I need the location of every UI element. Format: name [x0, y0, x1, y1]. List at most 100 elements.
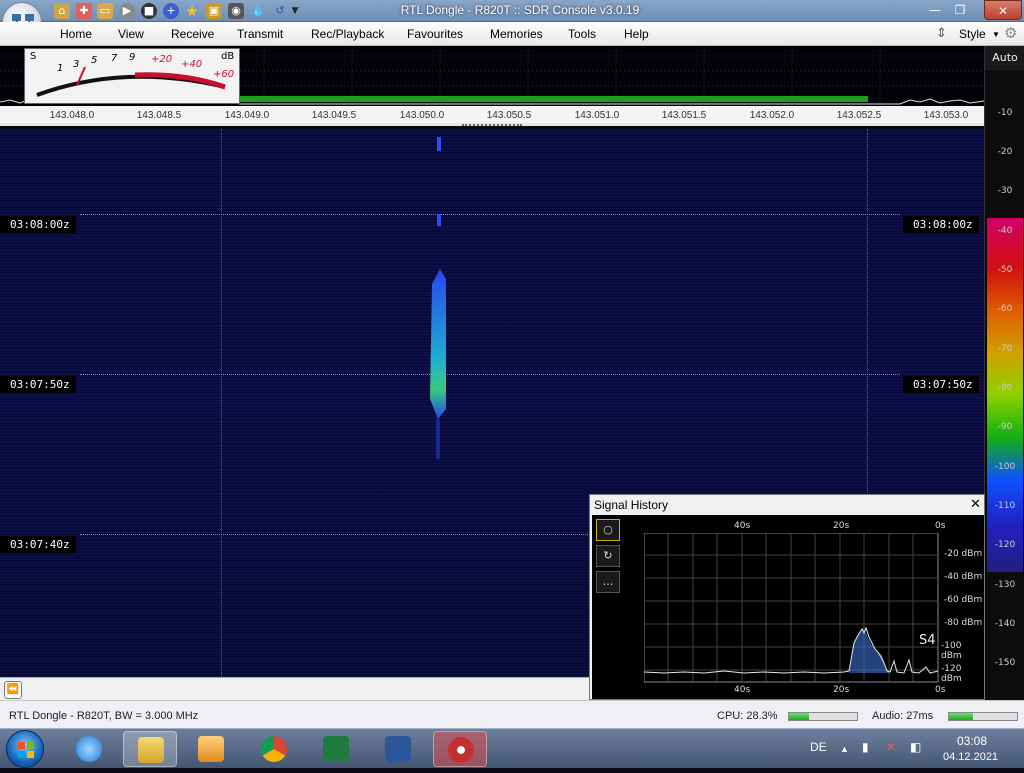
db-label: -50	[997, 265, 1013, 275]
s-meter-db-label: dB	[221, 51, 235, 62]
menu-memories[interactable]: Memories	[490, 27, 543, 41]
menu-rec-playback[interactable]: Rec/Playback	[311, 27, 384, 41]
sdr-icon	[448, 737, 474, 763]
history-y-label: -100 dBm	[941, 641, 962, 661]
freq-label: 143.048.5	[136, 110, 182, 121]
lock-icon[interactable]: ▣	[206, 3, 222, 19]
db-label: -120	[994, 540, 1016, 550]
clock-time[interactable]: 03:08	[957, 734, 987, 748]
ie-icon	[76, 736, 102, 762]
signal-history-reset-button[interactable]: ↻	[596, 545, 620, 567]
menu-tools[interactable]: Tools	[568, 27, 596, 41]
history-y-label: -40 dBm	[944, 572, 983, 582]
freq-label: 143.048.0	[49, 110, 95, 121]
maximize-button[interactable]: ❐	[947, 0, 973, 20]
chrome-icon	[261, 736, 287, 762]
splitter-handle[interactable]	[462, 124, 522, 126]
auto-button[interactable]: Auto	[985, 46, 1024, 70]
cpu-status: CPU: 28.3%	[717, 710, 778, 722]
frequency-axis[interactable]: 143.048.0 143.048.5 143.049.0 143.049.5 …	[0, 106, 984, 126]
explorer-taskbar-button[interactable]	[123, 731, 177, 767]
stop-icon[interactable]: ■	[141, 3, 157, 19]
db-label: -30	[997, 186, 1013, 196]
window-title: RTL Dongle - R820T :: SDR Console v3.0.1…	[400, 3, 640, 17]
home-icon[interactable]: ⌂	[54, 3, 70, 19]
style-dropdown-icon[interactable]: ▼	[992, 30, 1000, 39]
language-indicator[interactable]: DE	[810, 740, 827, 754]
minimize-button[interactable]: —	[922, 0, 948, 20]
time-label: 03:08:00z	[903, 216, 979, 233]
db-scale-40: +40	[181, 59, 203, 70]
history-y-label: -20 dBm	[944, 549, 983, 559]
camera-icon[interactable]: ◉	[228, 3, 244, 19]
menu-view[interactable]: View	[118, 27, 144, 41]
word-icon	[385, 736, 411, 762]
ie-taskbar-button[interactable]	[62, 731, 116, 767]
db-label: -80	[997, 383, 1013, 393]
favourite-icon[interactable]: ★	[184, 3, 200, 19]
s-scale-5: 5	[91, 55, 98, 66]
history-y-label: -60 dBm	[944, 595, 983, 605]
clock-date[interactable]: 04.12.2021	[943, 751, 998, 763]
folder-icon[interactable]: ▭	[97, 3, 113, 19]
signal-history-record-button[interactable]: ○	[596, 519, 620, 541]
db-scale[interactable]: Auto -10 -20 -30 -40 -50 -60 -70 -80 -90…	[984, 46, 1024, 700]
freq-label: 143.051.0	[574, 110, 620, 121]
time-label: 03:07:50z	[903, 376, 979, 393]
menu-home[interactable]: Home	[60, 27, 92, 41]
menu-transmit[interactable]: Transmit	[237, 27, 283, 41]
windows-start-icon[interactable]	[6, 730, 44, 768]
chrome-taskbar-button[interactable]	[247, 731, 301, 767]
help-icon[interactable]: ✚	[76, 3, 92, 19]
qat-dropdown-icon[interactable]: ▼	[290, 3, 300, 19]
history-y-label: -80 dBm	[944, 618, 983, 628]
media-taskbar-button[interactable]	[184, 731, 238, 767]
network-tray-icon[interactable]: ✕	[886, 740, 896, 754]
rewind-icon[interactable]: ⏪	[4, 681, 22, 699]
signal-history-panel[interactable]: Signal History ✕ ○ ↻ … 40s 20s 0s 40s 20…	[589, 494, 985, 700]
style-toggle-icon[interactable]: ⇕	[936, 25, 947, 41]
waterfall-controls: ⏪	[0, 677, 589, 700]
s-scale-1: 1	[57, 63, 64, 74]
device-tray-icon[interactable]: ▮	[862, 740, 869, 754]
time-label: 03:07:40z	[0, 536, 76, 553]
drop-icon[interactable]: 💧	[250, 3, 266, 19]
audio-meter-fill	[949, 713, 973, 720]
device-status: RTL Dongle - R820T, BW = 3.000 MHz	[9, 710, 199, 722]
db-label: -70	[997, 344, 1013, 354]
history-y-label: -120 dBm	[941, 664, 962, 684]
db-label: -20	[997, 147, 1013, 157]
sdr-taskbar-button[interactable]	[433, 731, 487, 767]
time-label: 03:08:00z	[0, 216, 76, 233]
tray-expand-icon[interactable]: ▲	[840, 744, 849, 754]
time-label: 03:07:50z	[0, 376, 76, 393]
history-x-label: 20s	[833, 521, 850, 531]
word-taskbar-button[interactable]	[371, 731, 425, 767]
style-menu[interactable]: Style	[959, 27, 986, 41]
db-label: -10	[997, 108, 1013, 118]
refresh-icon[interactable]: ↺	[272, 3, 288, 19]
db-label: -140	[994, 619, 1016, 629]
signal-history-body: ○ ↻ … 40s 20s 0s 40s 20s 0s -20 dBm -40 …	[592, 515, 984, 699]
freq-label: 143.053.0	[923, 110, 969, 121]
s-scale-7: 7	[111, 53, 118, 64]
db-label: -130	[994, 580, 1016, 590]
freq-label: 143.050.5	[486, 110, 532, 121]
close-button[interactable]: ✕	[984, 0, 1022, 20]
signal-history-close-button[interactable]: ✕	[970, 497, 981, 512]
history-x-label: 20s	[833, 685, 850, 695]
signal-history-more-button[interactable]: …	[596, 571, 620, 593]
signal-history-title: Signal History	[594, 498, 669, 512]
excel-taskbar-button[interactable]	[309, 731, 363, 767]
freq-label: 143.049.0	[224, 110, 270, 121]
play-icon[interactable]: ▶	[119, 3, 135, 19]
menu-receive[interactable]: Receive	[171, 27, 214, 41]
menu-help[interactable]: Help	[624, 27, 649, 41]
db-label: -90	[997, 422, 1013, 432]
add-icon[interactable]: +	[163, 3, 179, 19]
gear-icon[interactable]: ⚙	[1004, 24, 1017, 42]
status-bar: RTL Dongle - R820T, BW = 3.000 MHz CPU: …	[0, 700, 1024, 728]
menu-favourites[interactable]: Favourites	[407, 27, 463, 41]
s-meter: S dB 1 3 5 7 9 +20 +40 +60	[24, 48, 240, 104]
volume-tray-icon[interactable]: ◧	[910, 740, 921, 754]
